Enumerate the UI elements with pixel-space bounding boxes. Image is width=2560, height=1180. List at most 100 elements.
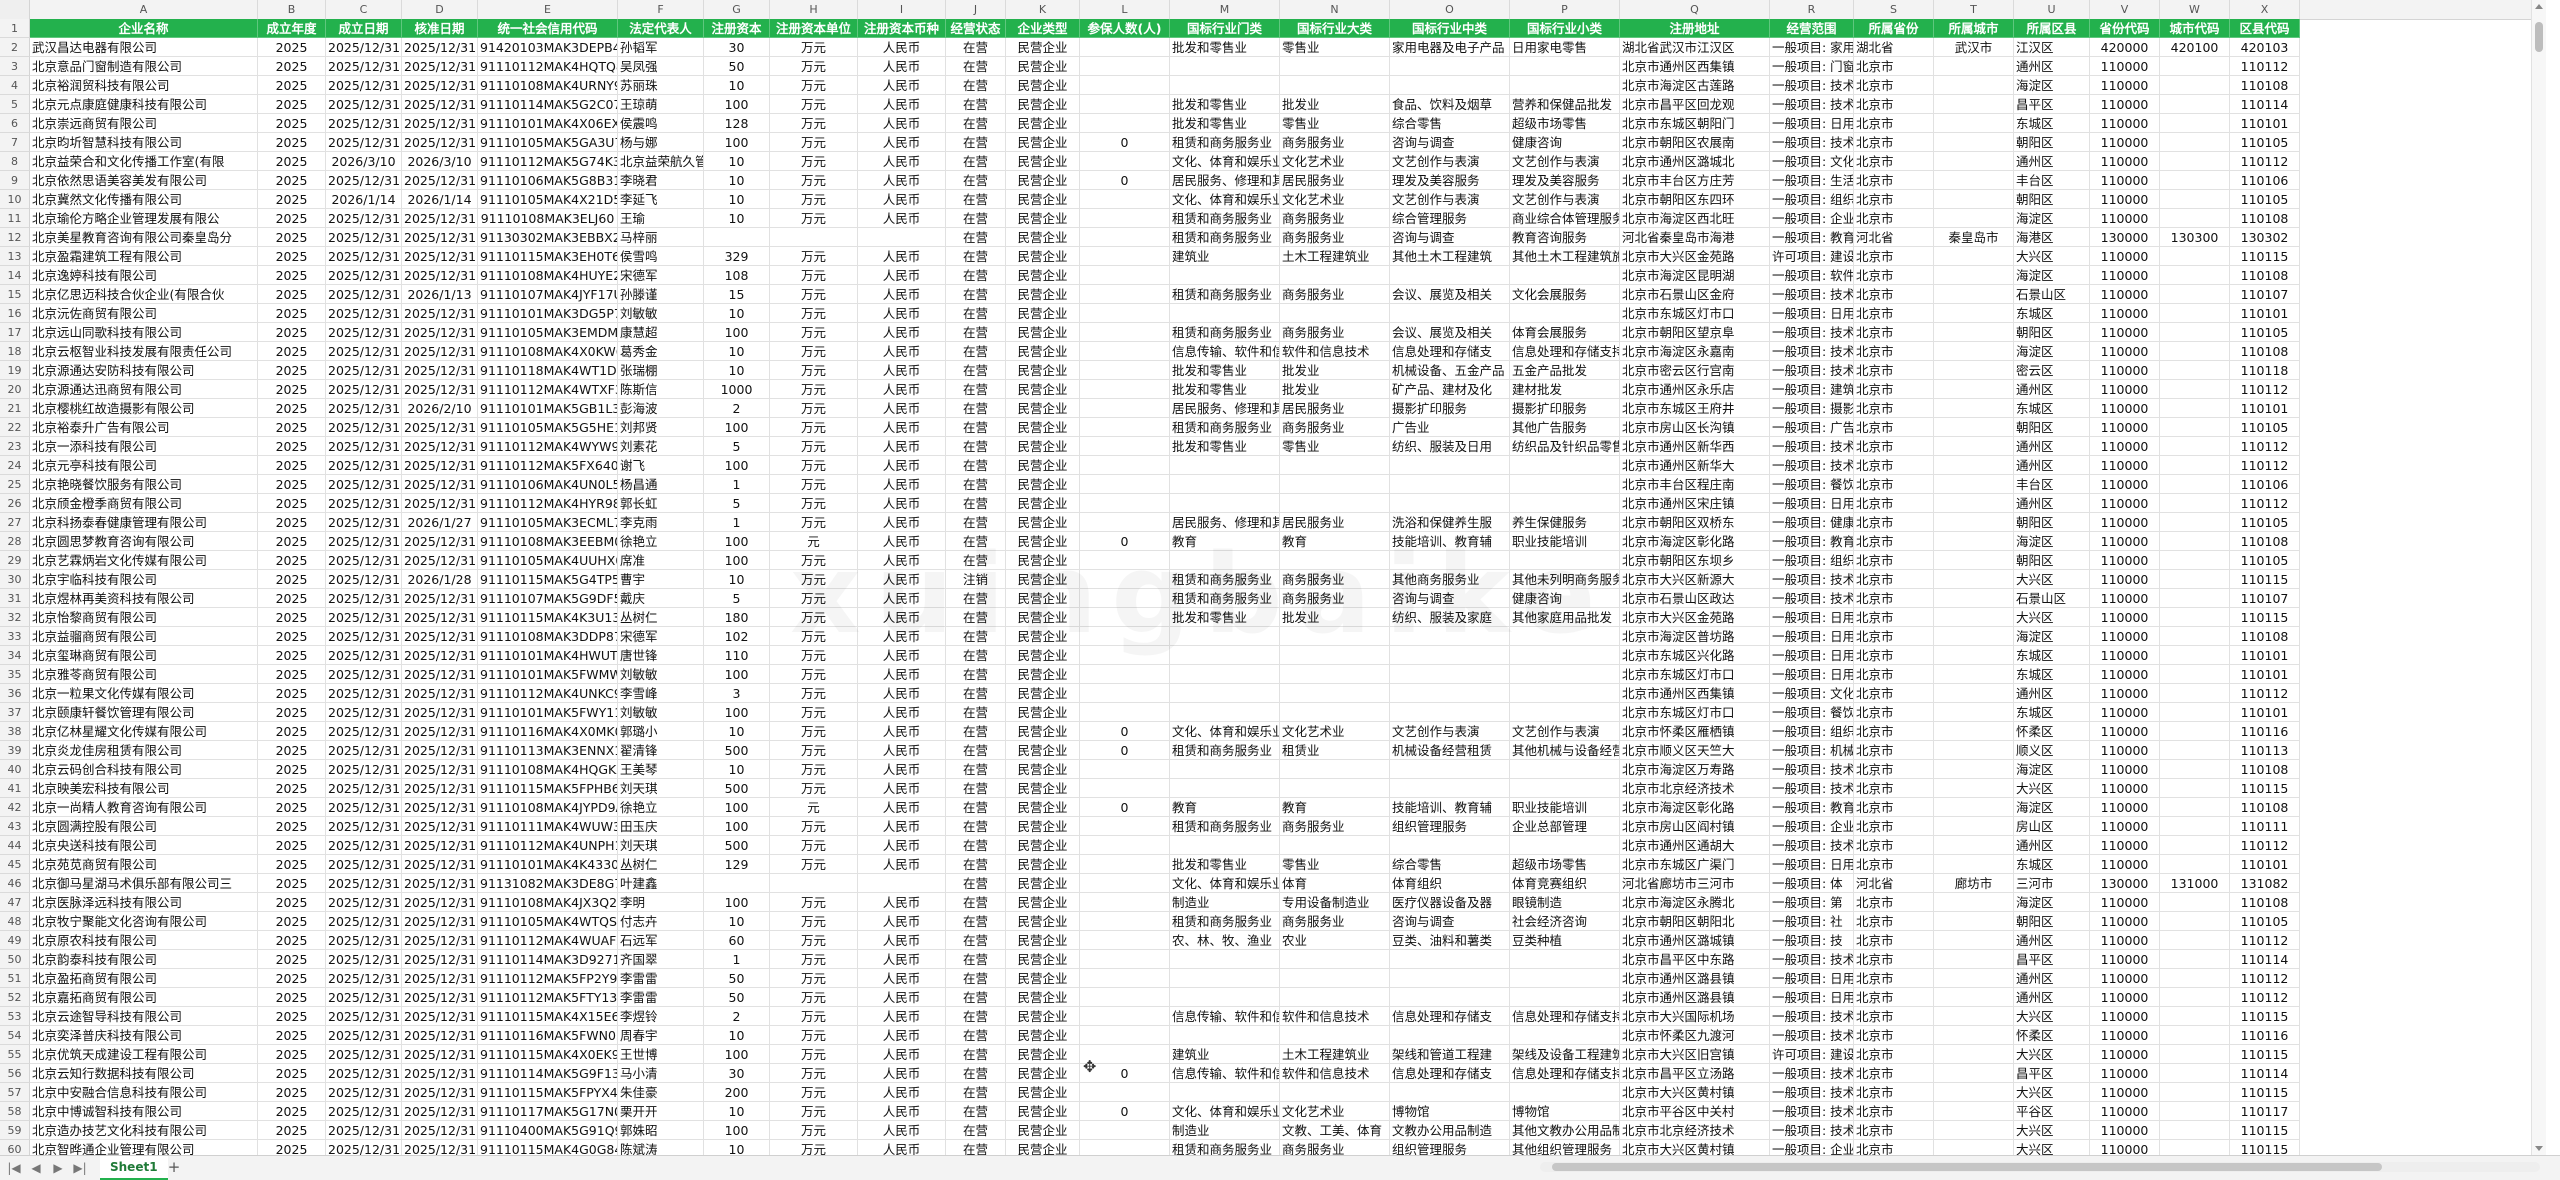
table-cell[interactable]	[2160, 570, 2230, 589]
table-cell[interactable]: 2025/12/31	[326, 342, 402, 361]
table-cell[interactable]: 北京益荣航久管	[618, 152, 704, 171]
table-cell[interactable]: 大兴区	[2014, 247, 2090, 266]
table-cell[interactable]	[1934, 1083, 2014, 1102]
table-cell[interactable]: 91110101MAK5GB1L3N	[478, 399, 618, 418]
table-cell[interactable]: 一般项目: 餐饮	[1770, 475, 1854, 494]
table-cell[interactable]: 0	[1080, 133, 1170, 152]
row-header-28[interactable]: 28	[0, 532, 30, 551]
table-cell[interactable]: 纺织、服装及家庭	[1390, 608, 1510, 627]
table-cell[interactable]: 0	[1080, 1102, 1170, 1121]
table-cell[interactable]: 110000	[2090, 627, 2160, 646]
table-cell[interactable]: 北京市东城区灯市口	[1620, 703, 1770, 722]
table-cell[interactable]: 5	[704, 494, 770, 513]
table-cell[interactable]: 130302	[2230, 228, 2300, 247]
table-cell[interactable]: 北京市	[1854, 570, 1934, 589]
table-cell[interactable]	[1080, 988, 1170, 1007]
table-cell[interactable]: 民营企业	[1006, 874, 1080, 893]
header-cell[interactable]: 国标行业小类	[1510, 19, 1620, 38]
table-cell[interactable]: 李雪峰	[618, 684, 704, 703]
table-cell[interactable]: 一般项目: 企业	[1770, 817, 1854, 836]
table-cell[interactable]: 北京市通州区永乐店	[1620, 380, 1770, 399]
table-cell[interactable]: 91110108MAK4HQGKX1	[478, 760, 618, 779]
table-cell[interactable]: 在营	[946, 684, 1006, 703]
table-cell[interactable]	[2160, 209, 2230, 228]
table-cell[interactable]: 注销	[946, 570, 1006, 589]
table-cell[interactable]: 2025	[258, 513, 326, 532]
table-cell[interactable]	[2160, 798, 2230, 817]
table-cell[interactable]: 北京玺琳商贸有限公司	[30, 646, 258, 665]
table-cell[interactable]: 91110112MAK4UNKC97	[478, 684, 618, 703]
row-header-59[interactable]: 59	[0, 1121, 30, 1140]
column-header-c[interactable]: C	[326, 0, 402, 19]
table-cell[interactable]: 2025	[258, 874, 326, 893]
table-cell[interactable]: 万元	[770, 1064, 858, 1083]
table-cell[interactable]: 文艺创作与表演	[1510, 190, 1620, 209]
table-cell[interactable]: 北京宇临科技有限公司	[30, 570, 258, 589]
table-cell[interactable]: 北京市石景山区政达	[1620, 589, 1770, 608]
table-cell[interactable]: 万元	[770, 703, 858, 722]
table-cell[interactable]: 万元	[770, 95, 858, 114]
row-header-6[interactable]: 6	[0, 114, 30, 133]
table-cell[interactable]: 万元	[770, 133, 858, 152]
table-cell[interactable]	[1170, 779, 1280, 798]
table-cell[interactable]: 北京艺霖炳岩文化传媒有限公司	[30, 551, 258, 570]
table-cell[interactable]: 李雷雷	[618, 988, 704, 1007]
table-cell[interactable]: 130300	[2160, 228, 2230, 247]
table-cell[interactable]: 在营	[946, 855, 1006, 874]
table-cell[interactable]	[1170, 57, 1280, 76]
table-cell[interactable]: 万元	[770, 608, 858, 627]
table-cell[interactable]: 0	[1080, 798, 1170, 817]
table-cell[interactable]: 2025	[258, 779, 326, 798]
table-cell[interactable]: 2025/12/31	[326, 38, 402, 57]
table-cell[interactable]: 居民服务业	[1280, 171, 1390, 190]
table-cell[interactable]: 武汉昌达电器有限公司	[30, 38, 258, 57]
table-cell[interactable]: 北京御马星湖马术俱乐部有限公司三	[30, 874, 258, 893]
table-cell[interactable]: 110000	[2090, 665, 2160, 684]
table-cell[interactable]: 海淀区	[2014, 893, 2090, 912]
prev-sheet-icon[interactable]: ◀	[28, 1160, 44, 1176]
table-cell[interactable]: 民营企业	[1006, 1026, 1080, 1045]
table-cell[interactable]: 大兴区	[2014, 1083, 2090, 1102]
table-cell[interactable]: 2025/12/31	[326, 665, 402, 684]
table-cell[interactable]: 万元	[770, 779, 858, 798]
table-cell[interactable]: 在营	[946, 380, 1006, 399]
table-cell[interactable]	[2160, 532, 2230, 551]
table-cell[interactable]: 租赁和商务服务业	[1170, 741, 1280, 760]
table-cell[interactable]: 北京意品门窗制造有限公司	[30, 57, 258, 76]
table-cell[interactable]: 10	[704, 209, 770, 228]
table-cell[interactable]: 北京市平谷区中关村	[1620, 1102, 1770, 1121]
table-cell[interactable]: 付志卉	[618, 912, 704, 931]
table-cell[interactable]: 栗开开	[618, 1102, 704, 1121]
table-cell[interactable]: 王美琴	[618, 760, 704, 779]
table-cell[interactable]	[1510, 836, 1620, 855]
table-cell[interactable]: 海淀区	[2014, 209, 2090, 228]
table-cell[interactable]	[1170, 475, 1280, 494]
table-cell[interactable]: 北京市通州区通胡大	[1620, 836, 1770, 855]
table-cell[interactable]: 北京远山同歌科技有限公司	[30, 323, 258, 342]
table-cell[interactable]: 通州区	[2014, 380, 2090, 399]
table-cell[interactable]: 昌平区	[2014, 1064, 2090, 1083]
row-header-17[interactable]: 17	[0, 323, 30, 342]
column-header-a[interactable]: A	[30, 0, 258, 19]
table-cell[interactable]: 2025	[258, 646, 326, 665]
table-cell[interactable]	[1280, 646, 1390, 665]
table-cell[interactable]: 齐国翠	[618, 950, 704, 969]
table-cell[interactable]: 人民币	[858, 855, 946, 874]
table-cell[interactable]: 李延飞	[618, 190, 704, 209]
table-cell[interactable]: 2025	[258, 741, 326, 760]
table-cell[interactable]: 李雷雷	[618, 969, 704, 988]
table-cell[interactable]: 2025/12/31	[326, 931, 402, 950]
table-cell[interactable]: 2025/12/31	[402, 475, 478, 494]
table-cell[interactable]: 大兴区	[2014, 779, 2090, 798]
table-cell[interactable]: 密云区	[2014, 361, 2090, 380]
table-cell[interactable]: 人民币	[858, 38, 946, 57]
table-cell[interactable]	[1390, 456, 1510, 475]
table-cell[interactable]: 零售业	[1280, 38, 1390, 57]
table-cell[interactable]: 30	[704, 38, 770, 57]
table-cell[interactable]: 2025	[258, 1007, 326, 1026]
table-cell[interactable]: 其他机械与设备经营租赁	[1510, 741, 1620, 760]
table-cell[interactable]: 丛树仁	[618, 855, 704, 874]
table-cell[interactable]: 秦皇岛市	[1934, 228, 2014, 247]
table-cell[interactable]: 10	[704, 304, 770, 323]
table-cell[interactable]: 110112	[2230, 836, 2300, 855]
